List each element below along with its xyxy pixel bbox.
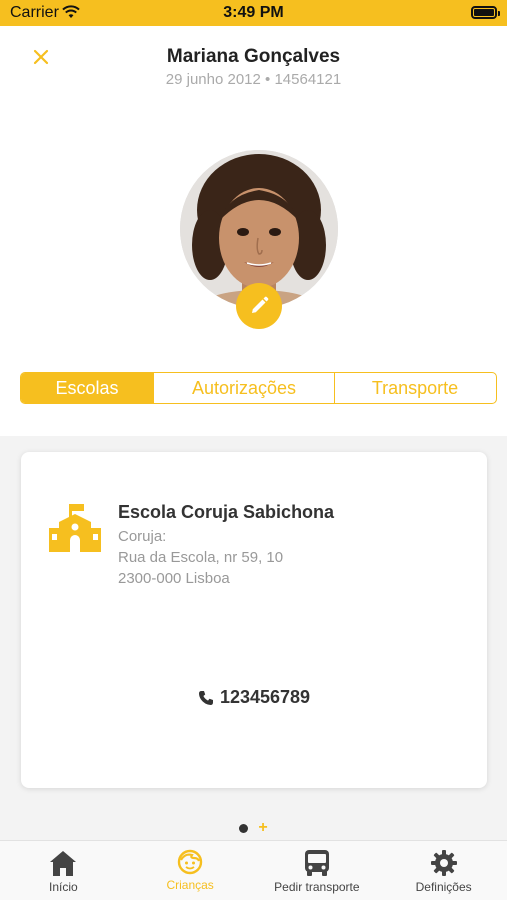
tab-label: Pedir transporte [274,880,360,894]
child-name: Mariana Gonçalves [166,46,341,67]
school-phone[interactable]: 123456789 [21,687,487,708]
tab-bar: Início Crianças Pedir transporte Definiç… [0,840,507,900]
home-icon [50,851,77,876]
add-school-button[interactable]: + [258,820,267,836]
bus-icon [304,850,329,876]
tab-criancas[interactable]: Crianças [127,841,254,900]
tab-pedir-transporte[interactable]: Pedir transporte [254,841,381,900]
tab-label: Definições [415,880,472,894]
tab-label: Início [49,880,78,894]
child-subtitle: 29 junho 2012 • 14564121 [165,71,342,88]
clock: 3:49 PM [223,4,284,21]
tab-transporte[interactable]: Transporte [335,373,495,403]
school-building-icon [49,504,101,552]
school-address-line1: Rua da Escola, nr 59, 10 [118,549,284,566]
status-bar: Carrier 3:49 PM [0,0,507,26]
tab-inicio[interactable]: Início [0,841,127,900]
tab-definicoes[interactable]: Definições [380,841,507,900]
pencil-icon [252,296,269,313]
page-dot-active[interactable] [239,823,249,833]
battery-icon [471,6,500,19]
school-address-line2: 2300-000 Lisboa [118,570,230,587]
tab-escolas[interactable]: Escolas [21,373,154,403]
school-name: Escola Coruja Sabichona [118,502,335,522]
phone-icon [198,690,213,705]
edit-photo-button[interactable] [236,283,282,329]
child-face-icon [177,849,203,875]
page-indicator: + [0,820,507,836]
segmented-control: Escolas Autorizações Transporte [20,372,497,404]
gear-icon [430,850,457,876]
school-label: Coruja: [118,528,167,545]
school-card[interactable]: Escola Coruja Sabichona Coruja: Rua da E… [21,452,487,788]
tab-autorizacoes[interactable]: Autorizações [154,373,335,403]
phone-number: 123456789 [219,687,311,707]
tab-label: Crianças [166,878,214,892]
